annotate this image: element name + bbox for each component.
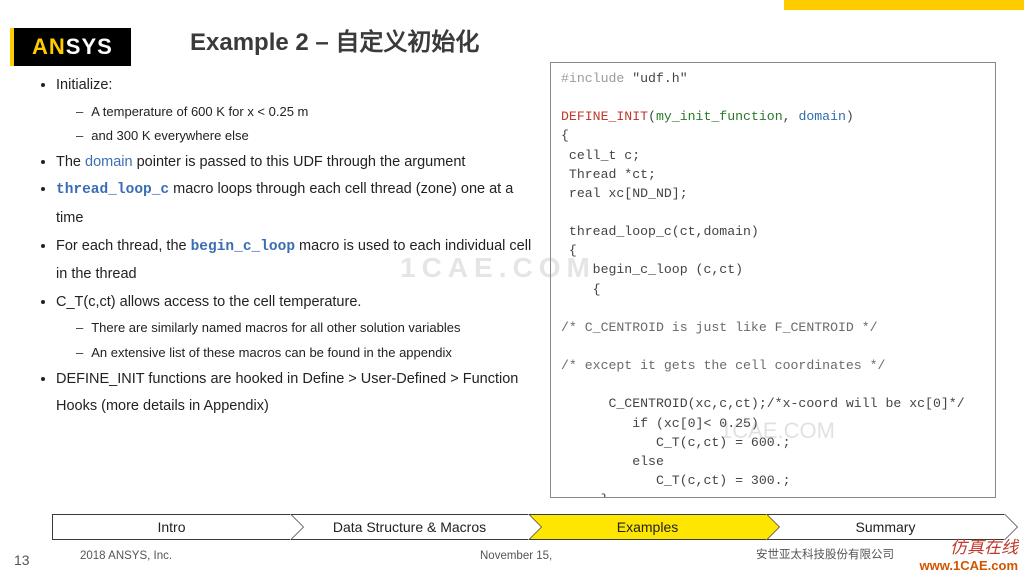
c11: begin_c_loop (c,ct)	[561, 262, 743, 277]
footer: 13 2018 ANSYS, Inc. November 15, 安世亚太科技股…	[0, 544, 1024, 570]
b1a: A temperature of 600 K for x < 0.25 m	[76, 100, 532, 125]
c09: thread_loop_c(ct,domain)	[561, 224, 759, 239]
c12: {	[561, 282, 601, 297]
brand-corner: 仿真在线 www.1CAE.com	[920, 538, 1018, 574]
bullet-initialize: Initialize: A temperature of 600 K for x…	[56, 72, 532, 149]
b2-post: pointer is passed to this UDF through th…	[133, 154, 466, 170]
nav-summary[interactable]: Summary	[766, 514, 1005, 540]
b5: C_T(c,ct) allows access to the cell temp…	[56, 294, 361, 310]
c14: /* C_CENTROID is just like F_CENTROID */	[561, 320, 878, 335]
date: November 15,	[480, 550, 552, 562]
org-name: 安世亚太科技股份有限公司	[756, 546, 894, 562]
c01a: #include	[561, 71, 624, 86]
c21: else	[561, 454, 664, 469]
b2-pre: The	[56, 154, 85, 170]
c03c: my_init_function	[656, 109, 783, 124]
b4-kw: begin_c_loop	[191, 239, 295, 255]
bullet-defineinit: DEFINE_INIT functions are hooked in Defi…	[56, 366, 532, 421]
b2-kw: domain	[85, 154, 133, 170]
logo-prefix: AN	[32, 34, 66, 59]
brand-cn: 仿真在线	[920, 538, 1018, 558]
b1b: and 300 K everywhere else	[76, 124, 532, 149]
c04: {	[561, 128, 569, 143]
c03f: )	[846, 109, 854, 124]
c03b: (	[648, 109, 656, 124]
b5b: An extensive list of these macros can be…	[76, 341, 532, 366]
page-title: Example 2 – 自定义初始化	[190, 22, 479, 57]
c01b: "udf.h"	[624, 71, 687, 86]
c19: if (xc[0]< 0.25)	[561, 416, 759, 431]
bullet-ct: C_T(c,ct) allows access to the cell temp…	[56, 289, 532, 366]
logo: ANSYS	[10, 28, 131, 66]
c20: C_T(c,ct) = 600.;	[561, 435, 791, 450]
b4-pre: For each thread, the	[56, 238, 191, 254]
nav-data-structure[interactable]: Data Structure & Macros	[290, 514, 529, 540]
c05: cell_t c;	[561, 148, 640, 163]
bullet-begincloop: For each thread, the begin_c_loop macro …	[56, 233, 532, 289]
c22: C_T(c,ct) = 300.;	[561, 473, 791, 488]
nav-chevrons: Intro Data Structure & Macros Examples S…	[52, 514, 1004, 540]
c16: /* except it gets the cell coordinates *…	[561, 358, 885, 373]
nav-examples[interactable]: Examples	[528, 514, 767, 540]
c07: real xc[ND_ND];	[561, 186, 688, 201]
c03e: domain	[798, 109, 845, 124]
b5a: There are similarly named macros for all…	[76, 316, 532, 341]
brand-url: www.1CAE.com	[920, 558, 1018, 574]
b1: Initialize:	[56, 77, 112, 93]
c06: Thread *ct;	[561, 167, 656, 182]
c03d: ,	[783, 109, 799, 124]
logo-suffix: SYS	[66, 34, 113, 59]
body-text: Initialize: A temperature of 600 K for x…	[32, 72, 532, 421]
nav-intro[interactable]: Intro	[52, 514, 291, 540]
b3-kw: thread_loop_c	[56, 182, 169, 198]
c10: {	[561, 243, 577, 258]
page-number: 13	[14, 552, 30, 568]
c18: C_CENTROID(xc,c,ct);/*x-coord will be xc…	[561, 396, 965, 411]
c03a: DEFINE_INIT	[561, 109, 648, 124]
copyright: 2018 ANSYS, Inc.	[80, 550, 172, 562]
bullet-domain: The domain pointer is passed to this UDF…	[56, 149, 532, 177]
code-block: #include "udf.h" DEFINE_INIT(my_init_fun…	[550, 62, 996, 498]
c23: }	[561, 492, 608, 498]
accent-bar	[784, 0, 1024, 10]
bullet-threadloop: thread_loop_c macro loops through each c…	[56, 176, 532, 232]
